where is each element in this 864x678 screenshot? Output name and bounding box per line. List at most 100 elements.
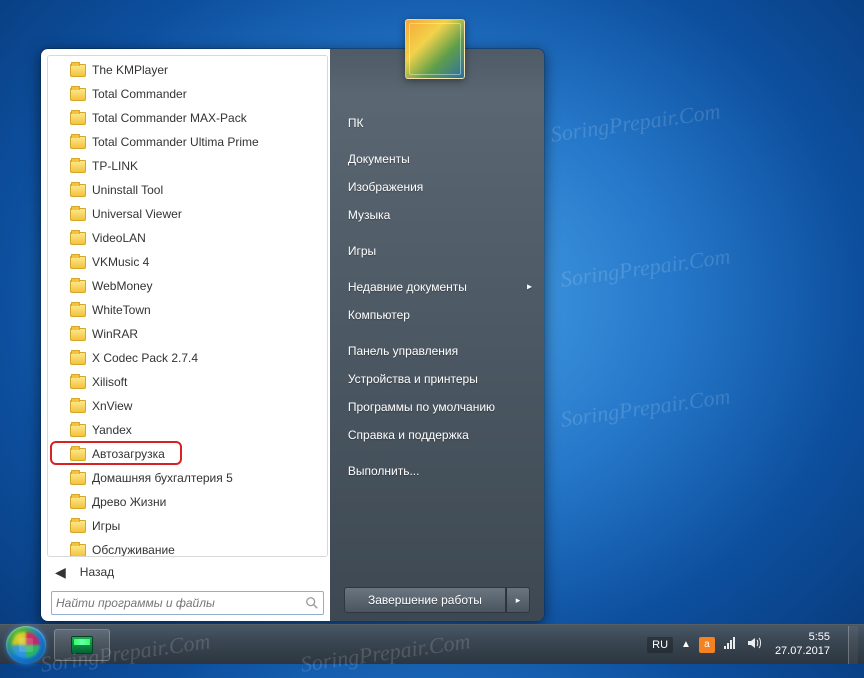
- folder-icon: [70, 328, 86, 341]
- program-folder-item[interactable]: Древо Жизни: [50, 490, 325, 514]
- program-folder-item[interactable]: Total Commander: [50, 82, 325, 106]
- folder-icon: [70, 520, 86, 533]
- program-folder-label: Древо Жизни: [92, 495, 166, 509]
- folder-icon: [70, 448, 86, 461]
- program-folder-label: Обслуживание: [92, 543, 175, 557]
- folder-icon: [70, 256, 86, 269]
- program-folder-label: VKMusic 4: [92, 255, 149, 269]
- separator: [330, 329, 544, 337]
- program-folder-label: The KMPlayer: [92, 63, 168, 77]
- folder-icon: [70, 496, 86, 509]
- search-input[interactable]: [56, 596, 305, 610]
- right-panel-item[interactable]: Документы: [330, 145, 544, 173]
- right-panel-item[interactable]: Музыка: [330, 201, 544, 229]
- taskbar-app-resource-monitor[interactable]: [54, 629, 110, 661]
- show-desktop-button[interactable]: [848, 626, 858, 664]
- folder-icon: [70, 472, 86, 485]
- program-folder-item[interactable]: Xilisoft: [50, 370, 325, 394]
- program-folder-item[interactable]: VideoLAN: [50, 226, 325, 250]
- program-folder-item[interactable]: VKMusic 4: [50, 250, 325, 274]
- program-folder-label: Total Commander: [92, 87, 187, 101]
- program-folder-label: XnView: [92, 399, 132, 413]
- right-panel-item[interactable]: Недавние документы: [330, 273, 544, 301]
- program-folder-label: Total Commander Ultima Prime: [92, 135, 259, 149]
- program-folder-item[interactable]: Universal Viewer: [50, 202, 325, 226]
- search-box[interactable]: [51, 591, 324, 615]
- separator: [330, 449, 544, 457]
- program-folder-item[interactable]: Total Commander MAX-Pack: [50, 106, 325, 130]
- separator: [330, 137, 544, 145]
- program-folder-label: Xilisoft: [92, 375, 127, 389]
- program-folder-item[interactable]: Автозагрузка: [50, 442, 325, 466]
- program-folder-item[interactable]: Домашняя бухгалтерия 5: [50, 466, 325, 490]
- clock-date: 27.07.2017: [775, 645, 830, 658]
- folder-icon: [70, 376, 86, 389]
- tray-app-icon[interactable]: a: [699, 637, 715, 653]
- taskbar: RU ▲ a 5:55 27.07.2017: [0, 624, 864, 664]
- program-folder-label: Universal Viewer: [92, 207, 182, 221]
- program-folder-item[interactable]: X Codec Pack 2.7.4: [50, 346, 325, 370]
- start-menu-right-panel: ПК ДокументыИзображенияМузыка Игры Недавние…: [330, 49, 544, 621]
- network-icon[interactable]: [723, 636, 739, 653]
- shutdown-button[interactable]: Завершение работы: [344, 587, 506, 613]
- search-icon: [305, 596, 319, 610]
- right-panel-item[interactable]: ПК: [330, 109, 544, 137]
- right-panel-item[interactable]: Игры: [330, 237, 544, 265]
- program-folder-label: WhiteTown: [92, 303, 151, 317]
- folder-icon: [70, 352, 86, 365]
- search-row: [47, 587, 328, 615]
- start-button[interactable]: [6, 626, 46, 664]
- program-folder-label: Домашняя бухгалтерия 5: [92, 471, 233, 485]
- all-programs-list[interactable]: The KMPlayer Total Commander Total Command…: [47, 55, 328, 557]
- program-folder-label: Игры: [92, 519, 120, 533]
- separator: [330, 265, 544, 273]
- program-folder-item[interactable]: WebMoney: [50, 274, 325, 298]
- right-panel-item[interactable]: Панель управления: [330, 337, 544, 365]
- program-folder-item[interactable]: The KMPlayer: [50, 58, 325, 82]
- right-panel-item[interactable]: Устройства и принтеры: [330, 365, 544, 393]
- program-folder-item[interactable]: Yandex: [50, 418, 325, 442]
- program-folder-label: Total Commander MAX-Pack: [92, 111, 247, 125]
- resource-monitor-icon: [71, 636, 93, 654]
- right-panel-item[interactable]: Справка и поддержка: [330, 421, 544, 449]
- user-avatar[interactable]: [405, 19, 465, 79]
- right-panel-item[interactable]: Программы по умолчанию: [330, 393, 544, 421]
- back-button[interactable]: ◀ Назад: [47, 557, 328, 587]
- system-tray: RU ▲ a 5:55 27.07.2017: [647, 626, 858, 664]
- right-panel-item[interactable]: Компьютер: [330, 301, 544, 329]
- folder-icon: [70, 64, 86, 77]
- program-folder-label: VideoLAN: [92, 231, 146, 245]
- back-arrow-icon: ◀: [55, 564, 66, 581]
- program-folder-label: WinRAR: [92, 327, 138, 341]
- shutdown-options-button[interactable]: ▸: [506, 587, 530, 613]
- folder-icon: [70, 208, 86, 221]
- program-folder-item[interactable]: Игры: [50, 514, 325, 538]
- right-panel-item[interactable]: Выполнить...: [330, 457, 544, 485]
- program-folder-item[interactable]: Total Commander Ultima Prime: [50, 130, 325, 154]
- folder-icon: [70, 304, 86, 317]
- folder-icon: [70, 88, 86, 101]
- program-folder-item[interactable]: Uninstall Tool: [50, 178, 325, 202]
- folder-icon: [70, 424, 86, 437]
- right-panel-item[interactable]: Изображения: [330, 173, 544, 201]
- clock-time: 5:55: [775, 631, 830, 644]
- folder-icon: [70, 160, 86, 173]
- program-folder-label: WebMoney: [92, 279, 152, 293]
- program-folder-label: Yandex: [92, 423, 132, 437]
- right-panel-list: ПК ДокументыИзображенияМузыка Игры Недавние…: [330, 103, 544, 491]
- program-folder-label: X Codec Pack 2.7.4: [92, 351, 198, 365]
- program-folder-label: Uninstall Tool: [92, 183, 163, 197]
- program-folder-item[interactable]: TP-LINK: [50, 154, 325, 178]
- start-menu-left-panel: The KMPlayer Total Commander Total Command…: [41, 49, 330, 621]
- shutdown-row: Завершение работы ▸: [344, 587, 530, 613]
- language-indicator[interactable]: RU: [647, 637, 673, 653]
- volume-icon[interactable]: [747, 636, 761, 653]
- clock[interactable]: 5:55 27.07.2017: [769, 631, 836, 657]
- program-folder-label: TP-LINK: [92, 159, 138, 173]
- program-folder-item[interactable]: Обслуживание: [50, 538, 325, 557]
- program-folder-item[interactable]: WhiteTown: [50, 298, 325, 322]
- back-label: Назад: [80, 565, 114, 579]
- tray-show-hidden-icon[interactable]: ▲: [681, 639, 691, 650]
- program-folder-item[interactable]: XnView: [50, 394, 325, 418]
- program-folder-item[interactable]: WinRAR: [50, 322, 325, 346]
